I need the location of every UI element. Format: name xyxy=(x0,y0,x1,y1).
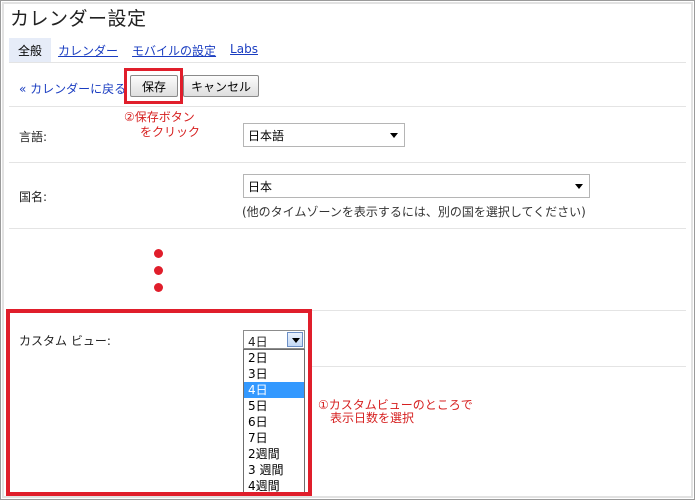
chevron-down-icon xyxy=(575,184,583,189)
divider xyxy=(9,228,686,229)
annotation-save-line2: をクリック xyxy=(140,125,201,139)
back-to-calendar-link[interactable]: « カレンダーに戻る xyxy=(19,80,126,97)
save-button-highlight xyxy=(124,68,183,104)
divider xyxy=(9,106,686,107)
tab-mobile-settings[interactable]: モバイルの設定 xyxy=(125,38,223,62)
tab-calendars[interactable]: カレンダー xyxy=(51,38,125,62)
annotation-custom-line2: 表示日数を選択 xyxy=(330,411,415,425)
cancel-button[interactable]: キャンセル xyxy=(183,75,259,97)
country-hint: (他のタイムゾーンを表示するには、別の国を選択してください) xyxy=(242,205,586,219)
language-select-value: 日本語 xyxy=(248,128,285,143)
language-label: 言語: xyxy=(19,130,48,144)
tab-general[interactable]: 全般 xyxy=(9,38,52,62)
ellipsis-dot xyxy=(154,249,163,258)
annotation-save-line1: ②保存ボタン xyxy=(124,110,195,124)
divider xyxy=(9,62,686,63)
country-label: 国名: xyxy=(19,190,48,204)
ellipsis-dot xyxy=(154,266,163,275)
settings-tabs: 全般 カレンダー モバイルの設定 Labs xyxy=(9,38,265,62)
ellipsis-dot xyxy=(154,283,163,292)
language-select[interactable]: 日本語 xyxy=(243,123,405,147)
divider xyxy=(312,366,686,367)
custom-view-highlight xyxy=(6,309,312,496)
chevron-down-icon xyxy=(390,133,398,138)
page-title: カレンダー設定 xyxy=(10,8,147,30)
divider xyxy=(9,162,686,163)
country-select-value: 日本 xyxy=(248,179,273,194)
country-select[interactable]: 日本 xyxy=(243,174,590,198)
tab-labs[interactable]: Labs xyxy=(223,38,265,62)
